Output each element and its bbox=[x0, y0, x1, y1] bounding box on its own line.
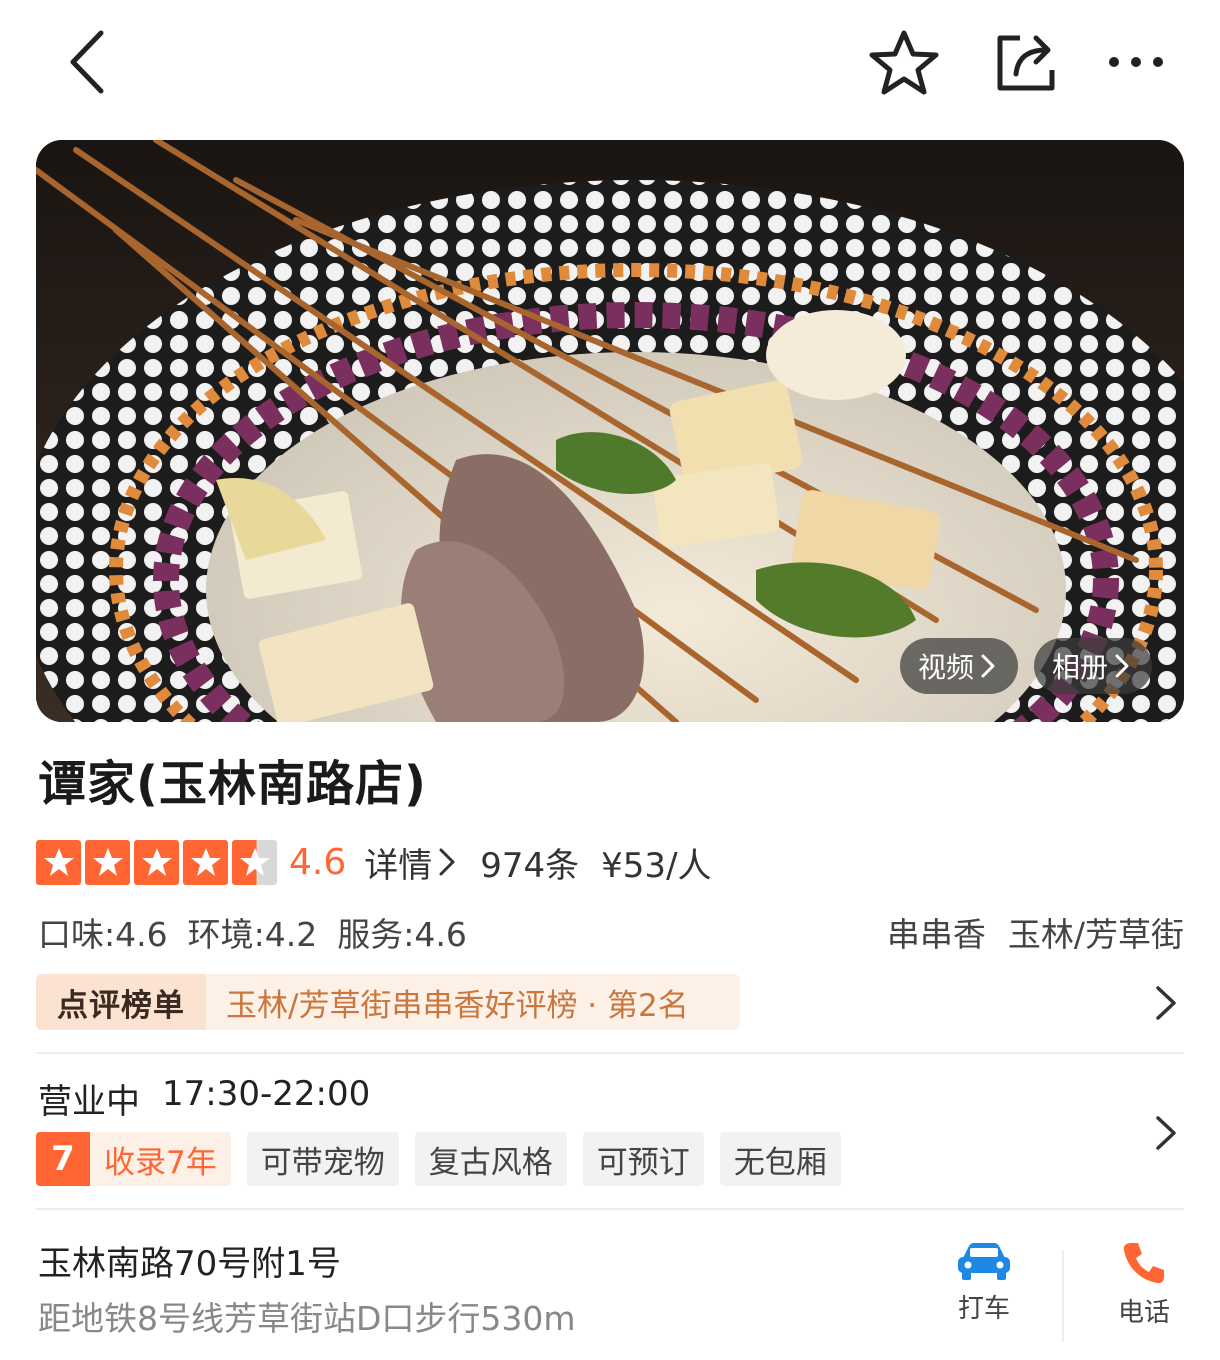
category-label[interactable]: 串串香 bbox=[887, 908, 986, 956]
tag-reservable: 可预订 bbox=[582, 1132, 704, 1186]
divider bbox=[36, 1052, 1184, 1054]
area-label[interactable]: 玉林/芳草街 bbox=[1008, 908, 1184, 956]
video-button[interactable]: 视频 bbox=[900, 638, 1018, 694]
avg-price: ¥53/人 bbox=[601, 845, 712, 886]
star-icon bbox=[36, 839, 81, 885]
review-count[interactable]: 974条 bbox=[480, 838, 579, 887]
taxi-button[interactable]: 打车 bbox=[934, 1240, 1034, 1350]
video-label: 视频 bbox=[918, 651, 975, 684]
star-outline-icon bbox=[869, 30, 939, 95]
chevron-right-icon bbox=[439, 848, 455, 876]
star-icon bbox=[85, 839, 130, 885]
years-text: 收录7年 bbox=[104, 1144, 217, 1181]
ranking-text: 玉林/芳草街串串香好评榜 · 第2名 bbox=[226, 987, 689, 1024]
call-button[interactable]: 电话 bbox=[1094, 1240, 1194, 1350]
rating-detail-link[interactable]: 详情 bbox=[364, 838, 456, 887]
divider bbox=[36, 1208, 1184, 1210]
category-area: 串串香 玉林/芳草街 bbox=[887, 908, 1184, 956]
hero-photo[interactable]: 视频 相册 bbox=[36, 140, 1184, 722]
chevron-left-icon bbox=[70, 30, 104, 94]
top-nav-bar bbox=[0, 0, 1220, 130]
open-status: 营业中 bbox=[38, 1082, 140, 1122]
sub-scores: 口味:4.6 环境:4.2 服务:4.6 bbox=[38, 908, 467, 956]
years-listed-tag: 7 收录7年 bbox=[36, 1132, 231, 1186]
phone-icon bbox=[1123, 1243, 1164, 1284]
car-icon bbox=[958, 1243, 1010, 1280]
service-score: 服务:4.6 bbox=[337, 915, 467, 954]
feature-tags: 7 收录7年 可带宠物 复古风格 可预订 无包厢 bbox=[36, 1132, 841, 1186]
star-rating bbox=[36, 839, 277, 885]
back-button[interactable] bbox=[52, 22, 122, 102]
share-button[interactable] bbox=[984, 22, 1068, 102]
taxi-label: 打车 bbox=[957, 1294, 1010, 1324]
business-hours[interactable]: 营业中 17:30-22:00 bbox=[38, 1074, 370, 1123]
chevron-right-icon bbox=[1115, 654, 1129, 678]
ranking-row[interactable]: 点评榜单 玉林/芳草街串串香好评榜 · 第2名 bbox=[36, 974, 1184, 1032]
detail-label: 详情 bbox=[364, 845, 433, 886]
share-icon bbox=[997, 35, 1055, 91]
subway-distance: 距地铁8号线芳草街站D口步行530m bbox=[38, 1299, 576, 1338]
divider bbox=[1062, 1250, 1064, 1342]
environment-score: 环境:4.2 bbox=[187, 915, 318, 954]
more-dots-icon bbox=[1109, 57, 1163, 67]
call-label: 电话 bbox=[1117, 1298, 1170, 1328]
album-button[interactable]: 相册 bbox=[1034, 638, 1152, 694]
chevron-right-icon bbox=[1156, 986, 1176, 1020]
half-star-icon bbox=[232, 839, 277, 885]
album-label: 相册 bbox=[1052, 651, 1109, 684]
rating-score: 4.6 bbox=[289, 841, 347, 883]
open-time: 17:30-22:00 bbox=[162, 1074, 371, 1114]
rating-row: 4.6 详情 974条 ¥53/人 bbox=[36, 836, 712, 888]
star-icon bbox=[134, 839, 179, 885]
food-photo bbox=[36, 140, 1184, 722]
favorite-button[interactable] bbox=[862, 22, 946, 102]
taste-score: 口味:4.6 bbox=[38, 915, 168, 954]
years-number: 7 bbox=[36, 1132, 90, 1186]
tag-no-private-room: 无包厢 bbox=[719, 1132, 841, 1186]
ranking-tag: 点评榜单 玉林/芳草街串串香好评榜 · 第2名 bbox=[36, 974, 740, 1030]
tag-pets-allowed: 可带宠物 bbox=[246, 1132, 399, 1186]
address-text[interactable]: 玉林南路70号附1号 bbox=[38, 1236, 341, 1285]
shop-name: 谭家(玉林南路店) bbox=[38, 756, 427, 812]
star-icon bbox=[183, 839, 228, 885]
more-button[interactable] bbox=[1094, 22, 1178, 102]
chevron-right-icon[interactable] bbox=[1148, 1114, 1184, 1152]
ranking-badge: 点评榜单 bbox=[36, 974, 206, 1030]
chevron-right-icon bbox=[981, 654, 995, 678]
tag-retro-style: 复古风格 bbox=[414, 1132, 567, 1186]
